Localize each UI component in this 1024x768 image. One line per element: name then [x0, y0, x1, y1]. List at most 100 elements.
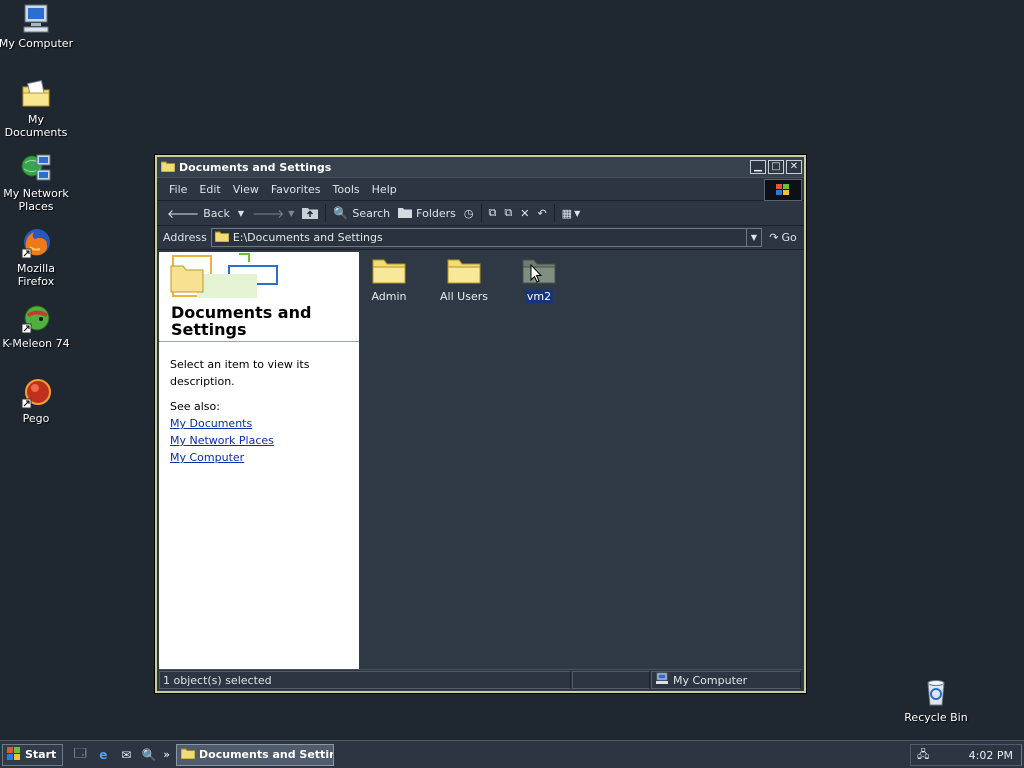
computer-icon [655, 672, 669, 688]
desktop-icon-k-meleon[interactable]: K-Meleon 74 [0, 302, 74, 350]
recycle-bin-icon [920, 676, 952, 708]
firefox-icon [20, 227, 52, 259]
file-view[interactable]: Admin All Users vm2 [359, 252, 802, 670]
undo-button[interactable]: ↶ [533, 202, 550, 224]
status-zone: My Computer [651, 671, 801, 689]
folder-icon [214, 230, 230, 245]
minimize-button[interactable]: ▁ [750, 160, 766, 174]
close-icon: ✕ [789, 161, 799, 172]
internet-explorer-icon: e [99, 747, 108, 762]
desktop-icon-pego[interactable]: Pego [0, 377, 74, 425]
link-my-computer[interactable]: My Computer [170, 449, 348, 466]
maximize-button[interactable]: □ [768, 160, 784, 174]
up-button[interactable] [298, 202, 322, 224]
maximize-icon: □ [771, 161, 781, 172]
desktop-icon-recycle-bin[interactable]: Recycle Bin [898, 676, 974, 724]
link-my-network-places[interactable]: My Network Places [170, 432, 348, 449]
go-arrow-icon: ↷ [769, 231, 779, 244]
taskbar-button-documents-and-settings[interactable]: Documents and Settin... [176, 743, 335, 766]
folder-banner-icon [159, 252, 359, 302]
history-button[interactable]: ◷ [460, 202, 478, 224]
folder-icon [160, 160, 176, 175]
network-tray-icon[interactable]: 🖧 [917, 746, 929, 765]
menu-bar: File Edit View Favorites Tools Help [157, 177, 804, 201]
search-button[interactable]: 🔍 Search [329, 202, 394, 224]
delete-button[interactable]: ✕ [516, 202, 533, 224]
views-icon: ▦ [561, 206, 573, 220]
content-area: Documents and Settings Select an item to… [159, 252, 802, 670]
back-button[interactable]: 🡐 Back ▼ [163, 202, 248, 224]
go-button[interactable]: ↷ Go [762, 231, 804, 244]
folders-button[interactable]: Folders [394, 202, 460, 224]
up-folder-icon [302, 205, 319, 222]
show-desktop-icon: 🗔 [73, 746, 87, 760]
copy-to-button[interactable]: ⧉ [500, 202, 516, 224]
quick-launch-show-desktop[interactable]: 🗔 [71, 746, 89, 764]
folder-icon [372, 256, 406, 284]
quick-launch-outlook[interactable]: ✉ [117, 746, 135, 764]
status-bar: 1 object(s) selected My Computer [159, 669, 802, 689]
copy-to-icon: ⧉ [504, 206, 513, 219]
start-button[interactable]: Start [2, 743, 64, 766]
move-to-button[interactable]: ⧉ [485, 202, 501, 224]
back-arrow-icon: 🡐 [167, 206, 200, 221]
quick-launch-explorer[interactable]: 🔍 [140, 746, 158, 764]
network-icon [20, 152, 52, 184]
menu-edit[interactable]: Edit [193, 183, 226, 196]
chevron-down-icon: ▼ [574, 208, 581, 218]
folder-item-admin[interactable]: Admin [359, 256, 419, 303]
folder-item-all-users[interactable]: All Users [434, 256, 494, 303]
close-button[interactable]: ✕ [786, 160, 802, 174]
menu-file[interactable]: File [163, 183, 193, 196]
desktop-icon-mozilla-firefox[interactable]: Mozilla Firefox [0, 227, 74, 288]
mouse-cursor-icon [530, 263, 543, 286]
quick-launch: 🗔 e ✉ 🔍 » [71, 746, 170, 764]
clock[interactable]: 4:02 PM [969, 749, 1013, 762]
standard-toolbar: 🡐 Back ▼ 🡒 ▼ 🔍 Search Folders ◷ ⧉ ⧉ ✕ ↶ … [157, 201, 804, 226]
task-pane-description: Select an item to view its description. [170, 358, 310, 388]
views-button[interactable]: ▦ ▼ [558, 202, 585, 224]
search-icon: 🔍 [333, 206, 349, 220]
chevron-down-icon: ▼ [750, 233, 758, 242]
forward-arrow-icon: 🡒 [252, 206, 285, 221]
menu-help[interactable]: Help [366, 183, 403, 196]
menu-view[interactable]: View [227, 183, 265, 196]
menu-favorites[interactable]: Favorites [265, 183, 327, 196]
toolbar-separator [325, 204, 327, 222]
windows-logo-icon [7, 746, 21, 763]
system-tray: 🖧 4:02 PM [910, 744, 1022, 766]
address-input[interactable]: E:\Documents and Settings ▼ [210, 228, 762, 247]
menu-tools[interactable]: Tools [327, 183, 366, 196]
windows-logo-icon [764, 179, 802, 201]
see-also-label: See also: [170, 400, 220, 413]
task-pane: Documents and Settings Select an item to… [159, 252, 359, 670]
chevron-down-icon: ▼ [237, 208, 245, 218]
folder-icon [180, 747, 196, 762]
computer-icon [20, 2, 52, 34]
address-dropdown-button[interactable]: ▼ [746, 229, 761, 246]
desktop-icon-my-network-places[interactable]: My Network Places [0, 152, 74, 213]
title-bar[interactable]: Documents and Settings ▁ □ ✕ [157, 157, 804, 177]
window-title: Documents and Settings [179, 160, 332, 174]
toolbar-separator [553, 204, 555, 222]
toolbar-separator [480, 204, 482, 222]
folder-icon [447, 256, 481, 284]
address-bar: Address E:\Documents and Settings ▼ ↷ Go [157, 226, 804, 250]
task-pane-title: Documents and Settings [171, 303, 312, 339]
task-pane-header: Documents and Settings [159, 252, 359, 342]
link-my-documents[interactable]: My Documents [170, 415, 348, 432]
documents-icon [20, 78, 52, 110]
quick-launch-ie[interactable]: e [94, 746, 112, 764]
history-icon: ◷ [463, 206, 474, 220]
explorer-icon: 🔍 [141, 747, 157, 762]
forward-button[interactable]: 🡒 ▼ [248, 202, 298, 224]
task-pane-body: Select an item to view its description. … [159, 342, 359, 480]
address-value: E:\Documents and Settings [232, 231, 383, 244]
explorer-window: Documents and Settings ▁ □ ✕ File Edit V… [155, 155, 806, 693]
folders-icon [398, 206, 413, 221]
desktop-icon-my-computer[interactable]: My Computer [0, 2, 74, 50]
chevron-right-icon[interactable]: » [163, 748, 170, 761]
move-to-icon: ⧉ [488, 206, 497, 219]
desktop-icon-my-documents[interactable]: My Documents [0, 78, 74, 139]
status-selection: 1 object(s) selected [159, 671, 571, 689]
